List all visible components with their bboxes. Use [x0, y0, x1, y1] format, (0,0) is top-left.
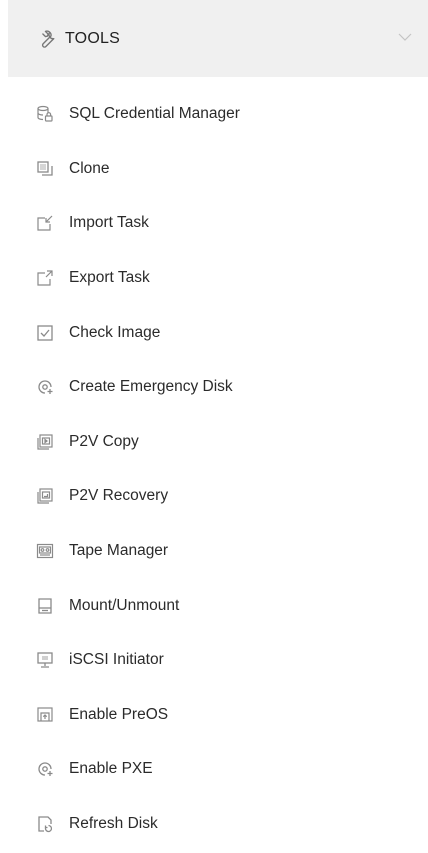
menu-item-label: Check Image: [69, 323, 161, 341]
menu-item-enable-preos[interactable]: Enable PreOS: [0, 688, 428, 743]
menu-item-import-task[interactable]: Import Task: [0, 196, 428, 251]
menu-item-label: Create Emergency Disk: [69, 378, 233, 396]
tools-menu: SQL Credential Manager Clone Import Task…: [0, 87, 428, 851]
p2v-recovery-icon: [36, 487, 54, 505]
menu-item-label: Export Task: [69, 269, 150, 287]
menu-item-p2v-recovery[interactable]: P2V Recovery: [0, 469, 428, 524]
tape-icon: [36, 542, 54, 560]
preos-icon: [36, 706, 54, 724]
menu-item-label: Tape Manager: [69, 542, 169, 560]
menu-item-label: P2V Recovery: [69, 487, 169, 505]
import-icon: [36, 214, 54, 232]
p2v-copy-icon: [36, 433, 54, 451]
menu-item-label: Enable PXE: [69, 760, 153, 778]
menu-item-refresh-disk[interactable]: Refresh Disk: [0, 797, 428, 852]
disk-plus-icon: [36, 760, 54, 778]
clone-icon: [36, 160, 54, 178]
menu-item-enable-pxe[interactable]: Enable PXE: [0, 742, 428, 797]
menu-item-label: iSCSI Initiator: [69, 651, 164, 669]
tools-panel: TOOLS SQL Credential Manager Clone Impor…: [0, 0, 428, 853]
export-icon: [36, 269, 54, 287]
menu-item-label: Clone: [69, 159, 110, 177]
menu-item-label: Mount/Unmount: [69, 596, 180, 614]
menu-item-label: Refresh Disk: [69, 815, 158, 833]
mount-icon: [36, 597, 54, 615]
monitor-icon: [36, 651, 54, 669]
menu-item-clone[interactable]: Clone: [0, 142, 428, 197]
checkbox-icon: [36, 324, 54, 342]
database-lock-icon: [36, 105, 54, 123]
menu-item-label: Enable PreOS: [69, 705, 169, 723]
menu-item-tape-manager[interactable]: Tape Manager: [0, 524, 428, 579]
menu-item-create-emergency-disk[interactable]: Create Emergency Disk: [0, 360, 428, 415]
menu-item-label: P2V Copy: [69, 432, 139, 450]
tools-section-header[interactable]: TOOLS: [8, 0, 428, 77]
wrench-icon: [35, 27, 59, 51]
menu-item-p2v-copy[interactable]: P2V Copy: [0, 415, 428, 470]
menu-item-check-image[interactable]: Check Image: [0, 305, 428, 360]
section-title: TOOLS: [65, 29, 120, 47]
menu-item-sql-credential-manager[interactable]: SQL Credential Manager: [0, 87, 428, 142]
menu-item-label: Import Task: [69, 214, 149, 232]
disk-plus-icon: [36, 378, 54, 396]
menu-item-label: SQL Credential Manager: [69, 105, 240, 123]
menu-item-iscsi-initiator[interactable]: iSCSI Initiator: [0, 633, 428, 688]
chevron-down-icon[interactable]: [396, 28, 414, 46]
refresh-disk-icon: [36, 815, 54, 833]
menu-item-mount-unmount[interactable]: Mount/Unmount: [0, 578, 428, 633]
menu-item-export-task[interactable]: Export Task: [0, 251, 428, 306]
